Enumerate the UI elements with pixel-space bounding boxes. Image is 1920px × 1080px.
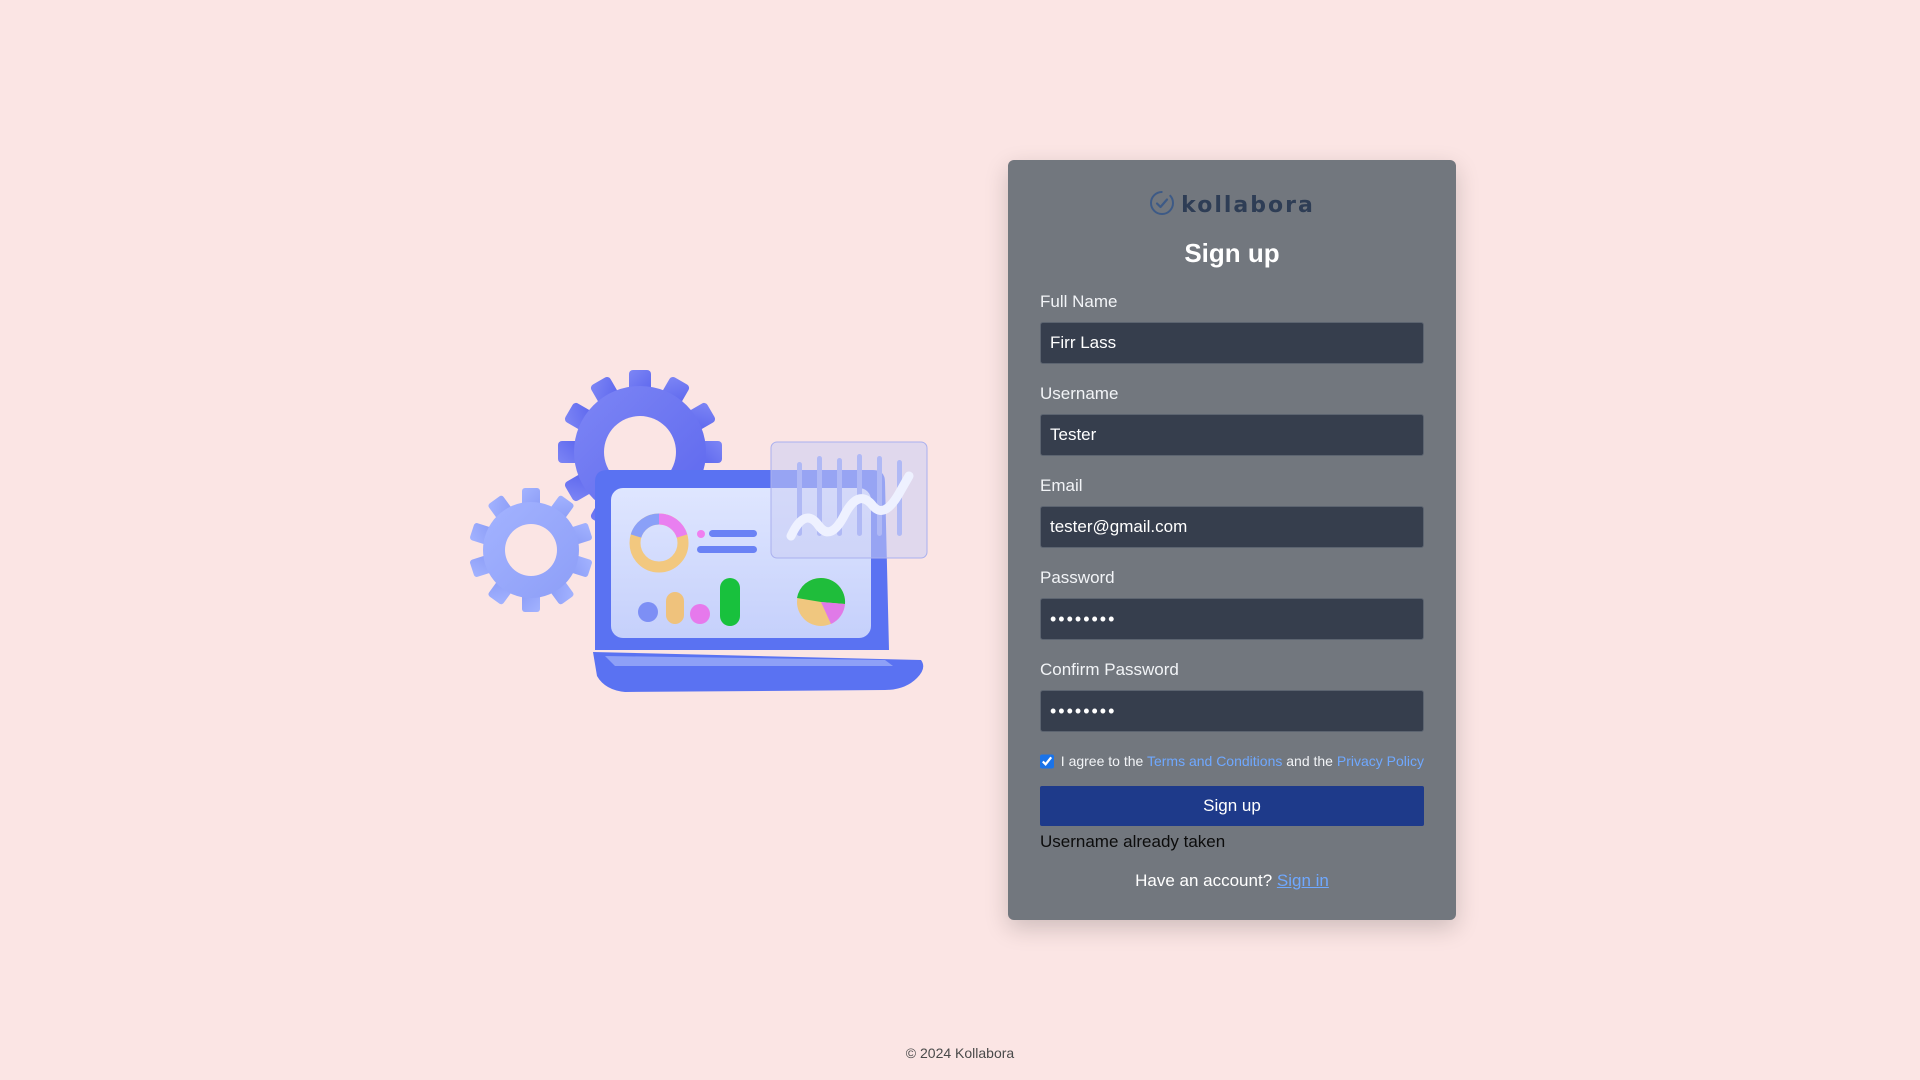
full-name-field[interactable] bbox=[1040, 322, 1424, 364]
dashboard-illustration bbox=[465, 370, 975, 700]
signin-link[interactable]: Sign in bbox=[1277, 871, 1329, 890]
terms-link[interactable]: Terms and Conditions bbox=[1147, 753, 1282, 769]
confirm-password-label: Confirm Password bbox=[1040, 660, 1179, 679]
page-title: Sign up bbox=[1184, 238, 1280, 268]
signup-card: kollabora Sign up Full Name Username Ema… bbox=[1008, 160, 1456, 920]
agree-text: I agree to the Terms and Conditions and … bbox=[1061, 753, 1424, 769]
check-circle-icon bbox=[1149, 190, 1175, 221]
username-label: Username bbox=[1040, 384, 1119, 403]
password-label: Password bbox=[1040, 568, 1115, 587]
agree-text-before: I agree to the bbox=[1060, 753, 1144, 769]
chart-panel-icon bbox=[770, 441, 928, 559]
password-field[interactable] bbox=[1040, 598, 1424, 640]
full-name-label: Full Name bbox=[1040, 292, 1118, 311]
signup-button[interactable]: Sign up bbox=[1040, 786, 1424, 826]
agree-row: I agree to the Terms and Conditions and … bbox=[1040, 752, 1424, 770]
have-account-row: Have an account? Sign in bbox=[1040, 871, 1424, 891]
email-label: Email bbox=[1040, 476, 1083, 495]
agree-checkbox[interactable] bbox=[1040, 753, 1054, 769]
footer-copyright: © 2024 Kollabora bbox=[905, 1045, 1015, 1061]
brand-logo: kollabora bbox=[1040, 190, 1424, 220]
small-gear-icon bbox=[470, 488, 592, 612]
privacy-link[interactable]: Privacy Policy bbox=[1337, 753, 1424, 769]
email-field[interactable] bbox=[1040, 506, 1424, 548]
confirm-password-field[interactable] bbox=[1040, 690, 1424, 732]
username-field[interactable] bbox=[1040, 414, 1424, 456]
logo-text: kollabora bbox=[1181, 192, 1315, 218]
agree-text-middle: and the bbox=[1286, 753, 1333, 769]
error-message: Username already taken bbox=[1040, 832, 1226, 851]
have-account-text: Have an account? bbox=[1135, 871, 1273, 890]
